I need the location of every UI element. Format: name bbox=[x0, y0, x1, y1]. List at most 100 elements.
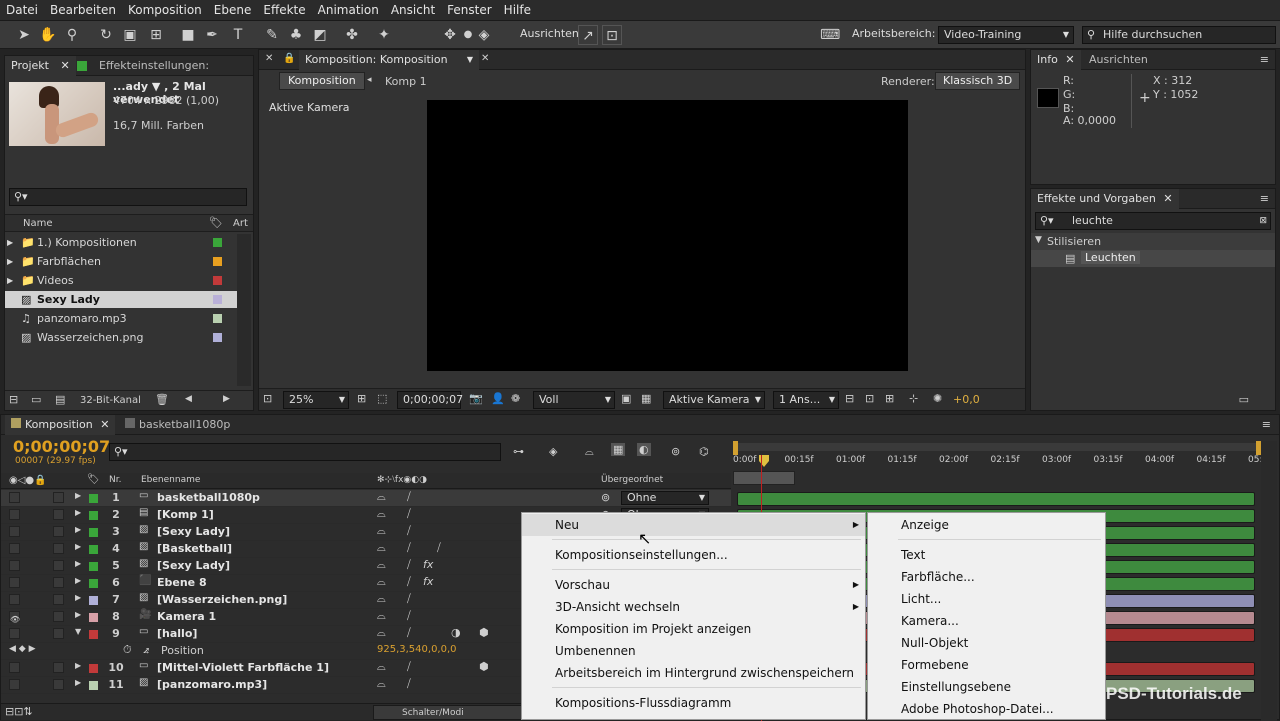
menu-item-3d-ansicht[interactable]: 3D-Ansicht wechseln ▶ bbox=[522, 596, 865, 618]
lock-toggle[interactable] bbox=[53, 526, 64, 537]
tab-timeline-komposition[interactable]: Komposition ✕ bbox=[5, 415, 116, 435]
label-color-swatch[interactable] bbox=[213, 314, 222, 323]
frame-blend-icon[interactable]: ▦ bbox=[611, 443, 626, 456]
zoom-select[interactable]: 25% ▼ bbox=[283, 391, 349, 409]
layer-color-swatch[interactable] bbox=[89, 562, 98, 571]
draft-3d-icon[interactable]: ◈ bbox=[549, 445, 557, 458]
layer-color-swatch[interactable] bbox=[89, 511, 98, 520]
bit-depth-label[interactable]: 32-Bit-Kanal bbox=[80, 395, 141, 406]
roto-tool-icon[interactable]: ✤ bbox=[342, 25, 362, 45]
collapse-icon[interactable]: ▼ bbox=[75, 627, 81, 636]
menu-hilfe[interactable]: Hilfe bbox=[498, 3, 537, 17]
expand-icon[interactable]: ▶ bbox=[75, 610, 81, 619]
expand-icon[interactable]: ▶ bbox=[75, 593, 81, 602]
layer-name[interactable]: [Basketball] bbox=[157, 542, 232, 555]
expand-icon[interactable]: ▶ bbox=[7, 253, 13, 270]
scroll-left-icon[interactable]: ◀ bbox=[185, 394, 192, 404]
comp-mini-flowchart-icon[interactable]: ⊶ bbox=[513, 445, 524, 458]
label-color-swatch[interactable] bbox=[213, 238, 222, 247]
visibility-toggle[interactable] bbox=[9, 662, 20, 673]
expand-icon[interactable]: ▶ bbox=[75, 559, 81, 568]
submenu-item-photoshop[interactable]: Adobe Photoshop-Datei... bbox=[868, 698, 1054, 720]
shy-switch-icon[interactable]: ⌓ bbox=[377, 490, 386, 504]
eraser-tool-icon[interactable]: ◩ bbox=[310, 25, 330, 45]
lock-toggle[interactable] bbox=[53, 543, 64, 554]
composition-viewer[interactable] bbox=[427, 100, 908, 371]
layer-color-swatch[interactable] bbox=[89, 681, 98, 690]
layer-color-swatch[interactable] bbox=[89, 494, 98, 503]
label-color-swatch[interactable] bbox=[213, 333, 222, 342]
submenu-item-licht[interactable]: Licht... bbox=[868, 588, 941, 610]
shy-switch-icon[interactable]: ⌓ bbox=[377, 677, 386, 691]
shy-switch-icon[interactable]: ⌓ bbox=[377, 575, 386, 589]
layer-name[interactable]: Kamera 1 bbox=[157, 610, 216, 623]
3d-layer-icon[interactable]: ⬢ bbox=[479, 660, 489, 673]
layer-color-swatch[interactable] bbox=[89, 579, 98, 588]
shy-icon[interactable]: ⌓ bbox=[585, 445, 594, 459]
submenu-item-null-objekt[interactable]: Null-Objekt bbox=[868, 632, 968, 654]
menu-bearbeiten[interactable]: Bearbeiten bbox=[44, 3, 122, 17]
work-area-bar[interactable] bbox=[733, 471, 795, 485]
layer-name[interactable]: [hallo] bbox=[157, 627, 197, 640]
visibility-toggle[interactable] bbox=[9, 560, 20, 571]
col-nr[interactable]: Nr. bbox=[109, 475, 121, 485]
effects-category[interactable]: ▼ Stilisieren bbox=[1031, 233, 1275, 250]
shy-switch-icon[interactable]: ⌓ bbox=[377, 592, 386, 606]
layer-color-swatch[interactable] bbox=[89, 613, 98, 622]
lock-toggle[interactable] bbox=[53, 492, 64, 503]
toggle-pixel-icon[interactable]: ⊟ bbox=[845, 392, 854, 405]
close-comp-icon[interactable]: ✕ bbox=[481, 53, 489, 64]
layer-color-swatch[interactable] bbox=[89, 664, 98, 673]
clone-tool-icon[interactable]: ♣ bbox=[286, 25, 306, 45]
visibility-toggle[interactable] bbox=[9, 543, 20, 554]
help-search-input[interactable]: ⚲ Hilfe durchsuchen bbox=[1082, 26, 1276, 44]
visibility-toggle[interactable] bbox=[9, 509, 20, 520]
visibility-toggle[interactable] bbox=[9, 679, 20, 690]
project-search-input[interactable]: ⚲▾ bbox=[9, 188, 247, 206]
layer-name[interactable]: [Mittel-Violett Farbfläche 1] bbox=[157, 661, 329, 674]
brainstorm-icon[interactable]: ⌬ bbox=[699, 445, 709, 458]
layer-name[interactable]: [Sexy Lady] bbox=[157, 559, 230, 572]
clear-search-icon[interactable]: ⊠ bbox=[1259, 213, 1267, 229]
timeline-icon[interactable]: ⊞ bbox=[885, 392, 894, 405]
effects-search-input[interactable]: ⚲▾ leuchte ⊠ bbox=[1035, 212, 1271, 230]
panel-menu-icon[interactable]: ≡ bbox=[1260, 53, 1269, 66]
menu-animation[interactable]: Animation bbox=[312, 3, 385, 17]
expand-icon[interactable]: ▶ bbox=[7, 234, 13, 251]
submenu-item-text[interactable]: Text bbox=[868, 544, 925, 566]
shy-switch-icon[interactable]: ⌓ bbox=[377, 541, 386, 555]
label-color-swatch[interactable] bbox=[213, 295, 222, 304]
col-parent[interactable]: Übergeordnet bbox=[601, 475, 663, 485]
mask-icon[interactable]: ⬚ bbox=[377, 392, 387, 405]
lock-toggle[interactable] bbox=[53, 628, 64, 639]
graph-editor-icon[interactable]: ⊚ bbox=[671, 445, 680, 458]
resolution-select[interactable]: Voll ▼ bbox=[533, 391, 615, 409]
quality-switch-icon[interactable]: ⧸ bbox=[407, 507, 411, 521]
effects-item-leuchten[interactable]: ▤ Leuchten bbox=[1031, 250, 1275, 267]
pen-tool-icon[interactable]: ✒ bbox=[202, 25, 222, 45]
visibility-toggle[interactable] bbox=[9, 628, 20, 639]
quality-switch-icon[interactable]: ⧸ bbox=[407, 524, 411, 538]
menu-komposition[interactable]: Komposition bbox=[122, 3, 208, 17]
expand-icon[interactable]: ▶ bbox=[75, 576, 81, 585]
cube-icon[interactable]: ◈ bbox=[474, 25, 494, 45]
layer-color-swatch[interactable] bbox=[89, 528, 98, 537]
axis-icon[interactable]: ✥ bbox=[440, 25, 460, 45]
quality-switch-icon[interactable]: ⧸ bbox=[407, 575, 411, 589]
menu-item-komposition-im-projekt[interactable]: Komposition im Projekt anzeigen bbox=[522, 618, 751, 640]
expand-icon[interactable]: ▶ bbox=[75, 491, 81, 500]
project-item[interactable]: ▨ Sexy Lady bbox=[5, 291, 237, 308]
tab-composition[interactable]: Komposition: Komposition ▼ bbox=[299, 50, 479, 70]
pan-behind-tool-icon[interactable]: ⊞ bbox=[146, 25, 166, 45]
flowchart-icon[interactable]: ⊹ bbox=[909, 392, 918, 405]
stopwatch-icon[interactable]: ⏱ bbox=[123, 643, 132, 657]
position-value[interactable]: 925,3,540,0,0,0 bbox=[377, 644, 457, 655]
color-channel-icon[interactable]: ❁ bbox=[511, 392, 520, 405]
time-ruler[interactable]: 0:00f 00:15f 01:00f 01:15f 02:00f 02:15f 03:00… bbox=[733, 441, 1274, 489]
submenu-item-anzeige[interactable]: Anzeige bbox=[868, 514, 949, 536]
exposure-icon[interactable]: ✺ bbox=[933, 392, 942, 405]
breadcrumb-komposition[interactable]: Komposition bbox=[279, 72, 365, 90]
project-item[interactable]: ▶ 📁 Videos bbox=[5, 272, 237, 289]
lock-toggle[interactable] bbox=[53, 662, 64, 673]
tab-timeline-basketball[interactable]: basketball1080p bbox=[119, 415, 236, 435]
